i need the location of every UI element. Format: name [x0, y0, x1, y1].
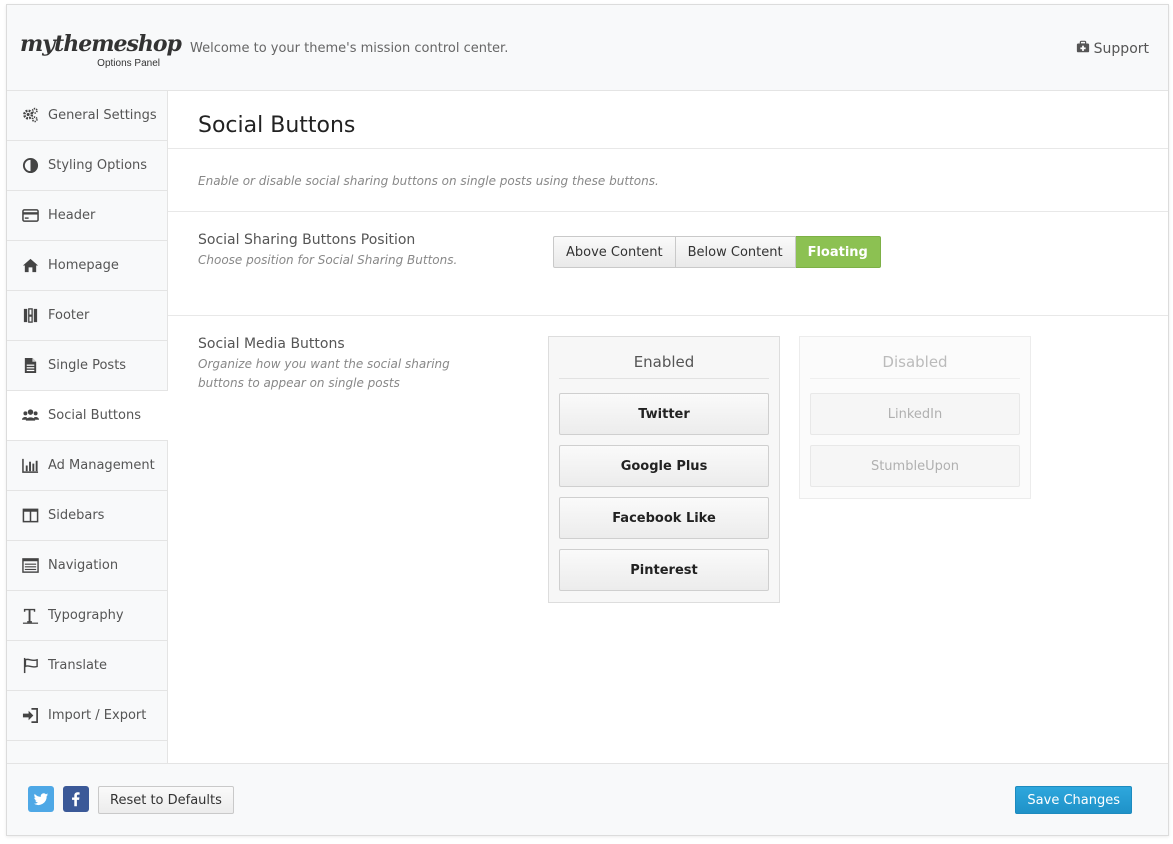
support-label: Support — [1093, 41, 1149, 57]
sidebar-item-label: Sidebars — [48, 508, 105, 523]
sidebar-item-footer[interactable]: Footer — [7, 291, 167, 341]
media-option-subtitle: Organize how you want the social sharing… — [198, 357, 450, 390]
disabled-buttons-list: Disabled LinkedIn StumbleUpon — [799, 336, 1031, 499]
sidebar-item-ad-management[interactable]: Ad Management — [7, 441, 167, 491]
enabled-heading: Enabled — [559, 337, 769, 379]
sign-in-icon — [21, 707, 39, 725]
top-header: mythemeshop Options Panel Welcome to you… — [7, 5, 1168, 91]
position-below-content-button[interactable]: Below Content — [675, 236, 796, 268]
sidebar-item-typography[interactable]: Typography — [7, 591, 167, 641]
position-option-title: Social Sharing Buttons Position — [198, 232, 416, 248]
flag-icon — [21, 657, 39, 675]
position-above-content-button[interactable]: Above Content — [553, 236, 676, 268]
enabled-item-google-plus[interactable]: Google Plus — [559, 445, 769, 487]
sidebar-item-label: General Settings — [48, 108, 157, 123]
sidebar-item-styling-options[interactable]: Styling Options — [7, 141, 167, 191]
sidebar-item-label: Styling Options — [48, 158, 148, 173]
disabled-heading: Disabled — [810, 337, 1020, 379]
sidebar-item-label: Import / Export — [48, 708, 147, 723]
sidebar-item-translate[interactable]: Translate — [7, 641, 167, 691]
position-floating-button[interactable]: Floating — [795, 236, 881, 268]
save-changes-button[interactable]: Save Changes — [1015, 786, 1132, 814]
enabled-buttons-list: Enabled Twitter Google Plus Facebook Lik… — [548, 336, 780, 603]
contrast-icon — [21, 157, 39, 175]
sidebar-item-header[interactable]: Header — [7, 191, 167, 241]
sidebar-nav: General Settings Styling Options Header … — [7, 91, 168, 763]
sidebar-item-label: Homepage — [48, 258, 119, 273]
disabled-item-linkedin[interactable]: LinkedIn — [810, 393, 1020, 435]
disabled-item-stumbleupon[interactable]: StumbleUpon — [810, 445, 1020, 487]
enabled-item-twitter[interactable]: Twitter — [559, 393, 769, 435]
page-description: Enable or disable social sharing buttons… — [198, 174, 659, 188]
sidebar-item-sidebars[interactable]: Sidebars — [7, 491, 167, 541]
list-icon — [21, 557, 39, 575]
credit-card-icon — [21, 207, 39, 225]
columns-bars-icon — [21, 307, 39, 325]
divider — [168, 148, 1168, 149]
media-option-title: Social Media Buttons — [198, 336, 345, 352]
sidebar-item-social-buttons[interactable]: Social Buttons — [7, 391, 168, 441]
sidebar-item-label: Header — [48, 208, 96, 223]
sidebar-item-label: Typography — [48, 608, 124, 623]
facebook-icon[interactable] — [63, 786, 89, 812]
sidebar-layout-icon — [21, 507, 39, 525]
options-panel: mythemeshop Options Panel Welcome to you… — [6, 4, 1169, 836]
text-height-icon — [21, 607, 39, 625]
position-option-subtitle: Choose position for Social Sharing Butto… — [198, 253, 458, 267]
support-link[interactable]: Support — [1076, 40, 1149, 58]
sidebar-item-label: Footer — [48, 308, 90, 323]
sidebar-item-label: Translate — [48, 658, 108, 673]
sidebar-item-label: Social Buttons — [48, 408, 141, 423]
sidebar-item-single-posts[interactable]: Single Posts — [7, 341, 167, 391]
sidebar-item-import-export[interactable]: Import / Export — [7, 691, 167, 741]
home-icon — [21, 257, 39, 275]
page-title: Social Buttons — [198, 113, 356, 138]
file-text-icon — [21, 357, 39, 375]
bar-chart-icon — [21, 457, 39, 475]
twitter-icon[interactable] — [28, 786, 54, 812]
enabled-item-facebook-like[interactable]: Facebook Like — [559, 497, 769, 539]
enabled-item-pinterest[interactable]: Pinterest — [559, 549, 769, 591]
sidebar-item-label: Navigation — [48, 558, 119, 573]
medkit-icon — [1076, 40, 1090, 58]
logo: mythemeshop Options Panel — [20, 31, 182, 71]
logo-text: mythemeshop — [20, 31, 182, 57]
position-button-group: Above Content Below Content Floating — [553, 236, 881, 268]
users-icon — [21, 407, 39, 425]
reset-defaults-button[interactable]: Reset to Defaults — [98, 786, 234, 814]
welcome-message: Welcome to your theme's mission control … — [190, 41, 509, 56]
main-content: Social Buttons Enable or disable social … — [168, 91, 1168, 763]
footer-bar: Reset to Defaults Save Changes — [7, 763, 1168, 835]
sidebar-item-label: Single Posts — [48, 358, 127, 373]
logo-subtitle: Options Panel — [97, 58, 160, 69]
divider — [168, 211, 1168, 212]
sidebar-item-general-settings[interactable]: General Settings — [7, 91, 167, 141]
sidebar-item-label: Ad Management — [48, 458, 155, 473]
divider — [168, 315, 1168, 316]
gears-icon — [21, 107, 39, 125]
sidebar-item-navigation[interactable]: Navigation — [7, 541, 167, 591]
sidebar-item-homepage[interactable]: Homepage — [7, 241, 167, 291]
